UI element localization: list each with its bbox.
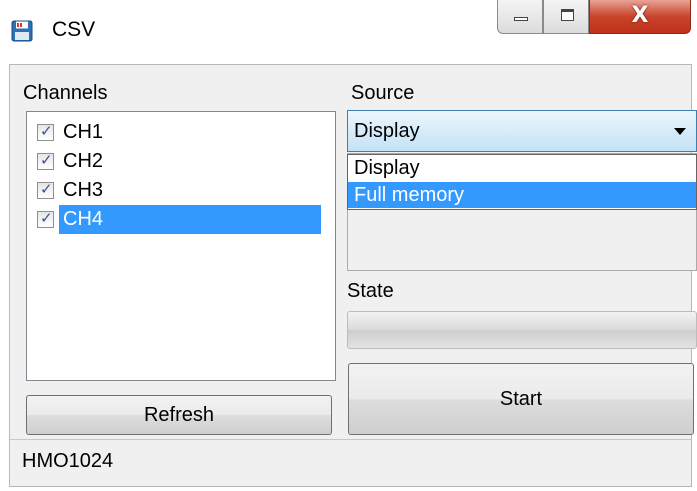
- source-dropdown-list[interactable]: Display Full memory: [347, 154, 697, 210]
- source-combobox[interactable]: Display: [347, 110, 697, 152]
- channels-list[interactable]: ✓ CH1 ✓ CH2 ✓ CH3 ✓ CH4: [26, 111, 336, 381]
- close-button[interactable]: X: [589, 0, 691, 34]
- client-area: Channels ✓ CH1 ✓ CH2 ✓ CH3 ✓ CH4 Refresh…: [9, 64, 697, 487]
- title-bar[interactable]: CSV X: [0, 0, 697, 64]
- channel-label: CH4: [59, 205, 321, 234]
- start-button[interactable]: Start: [348, 363, 694, 435]
- device-name: HMO1024: [22, 450, 114, 472]
- minimize-icon: [514, 17, 528, 21]
- state-label: State: [347, 280, 394, 302]
- source-selected-value: Display: [354, 120, 420, 142]
- checkmark-icon: ✓: [40, 151, 53, 169]
- maximize-icon: [561, 9, 574, 21]
- channel-checkbox[interactable]: ✓: [37, 209, 54, 228]
- channel-checkbox[interactable]: ✓: [37, 122, 54, 141]
- source-label: Source: [351, 82, 415, 104]
- caption-buttons: X: [497, 0, 691, 36]
- minimize-button[interactable]: [497, 0, 543, 34]
- channel-label: CH3: [63, 179, 104, 201]
- channel-item-ch3[interactable]: ✓ CH3: [27, 176, 333, 205]
- checkmark-icon: ✓: [40, 209, 53, 227]
- channel-label: CH2: [63, 150, 104, 172]
- window-title: CSV: [52, 18, 96, 41]
- floppy-disk-icon: [11, 20, 33, 42]
- refresh-button[interactable]: Refresh: [26, 395, 332, 435]
- channel-checkbox[interactable]: ✓: [37, 151, 54, 170]
- channel-item-ch1[interactable]: ✓ CH1: [27, 118, 333, 147]
- status-bar: HMO1024: [10, 439, 691, 486]
- chevron-down-icon[interactable]: [674, 128, 686, 135]
- source-option-display[interactable]: Display: [348, 155, 696, 181]
- checkmark-icon: ✓: [40, 122, 53, 140]
- maximize-button[interactable]: [543, 0, 589, 34]
- source-option-full-memory[interactable]: Full memory: [348, 182, 696, 208]
- channel-item-ch4[interactable]: ✓ CH4: [27, 205, 333, 234]
- channel-label: CH1: [63, 121, 104, 143]
- close-icon: X: [631, 3, 649, 28]
- channels-label: Channels: [23, 82, 108, 104]
- csv-window: CSV X Channels ✓ CH1 ✓ CH2 ✓ CH3 ✓ CH4 R…: [0, 0, 697, 491]
- checkmark-icon: ✓: [40, 180, 53, 198]
- state-progress-bar: [347, 311, 697, 349]
- channel-checkbox[interactable]: ✓: [37, 180, 54, 199]
- channel-item-ch2[interactable]: ✓ CH2: [27, 147, 333, 176]
